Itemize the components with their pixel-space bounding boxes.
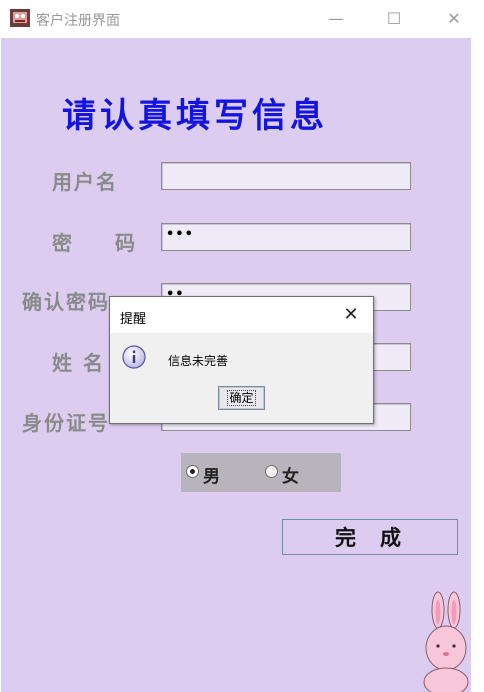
submit-button[interactable]: 完成 bbox=[282, 519, 458, 555]
username-field[interactable] bbox=[161, 162, 411, 190]
dialog-title: 提醒 bbox=[120, 312, 147, 327]
ok-button-label: 确定 bbox=[227, 390, 256, 406]
radio-male[interactable] bbox=[186, 465, 199, 478]
window-titlebar: 客户注册界面 — ☐ ✕ bbox=[0, 0, 484, 38]
app-icon bbox=[10, 9, 30, 27]
idcard-label: 身份证号 bbox=[22, 411, 110, 435]
name-label: 姓 名 bbox=[52, 351, 105, 375]
ok-button[interactable]: 确定 bbox=[218, 386, 265, 410]
username-label: 用户名 bbox=[52, 170, 118, 194]
password-field[interactable]: ••• bbox=[161, 223, 411, 251]
radio-selected-dot bbox=[190, 469, 195, 474]
radio-female-label[interactable]: 女 bbox=[282, 462, 299, 487]
radio-female[interactable] bbox=[265, 465, 278, 478]
dialog-message: 信息未完善 bbox=[168, 354, 229, 368]
minimize-button[interactable]: — bbox=[318, 5, 354, 33]
form-heading: 请认真填写信息 bbox=[62, 96, 328, 136]
close-button[interactable]: ✕ bbox=[436, 5, 472, 33]
confirm-password-label: 确认密码 bbox=[22, 290, 110, 314]
window-title: 客户注册界面 bbox=[36, 13, 120, 29]
window-border bbox=[471, 38, 484, 692]
bunny-illustration bbox=[423, 591, 469, 692]
maximize-button[interactable]: ☐ bbox=[376, 5, 412, 33]
password-value: ••• bbox=[166, 227, 194, 242]
alert-dialog: 提醒 ✕ 信息未完善 确定 bbox=[109, 296, 374, 424]
gender-panel: 男 女 bbox=[181, 453, 341, 492]
dialog-close-button[interactable]: ✕ bbox=[336, 301, 366, 329]
info-icon bbox=[122, 345, 146, 369]
dialog-titlebar: 提醒 ✕ bbox=[110, 297, 373, 333]
password-label: 密 码 bbox=[52, 231, 153, 255]
radio-male-label[interactable]: 男 bbox=[203, 462, 220, 487]
